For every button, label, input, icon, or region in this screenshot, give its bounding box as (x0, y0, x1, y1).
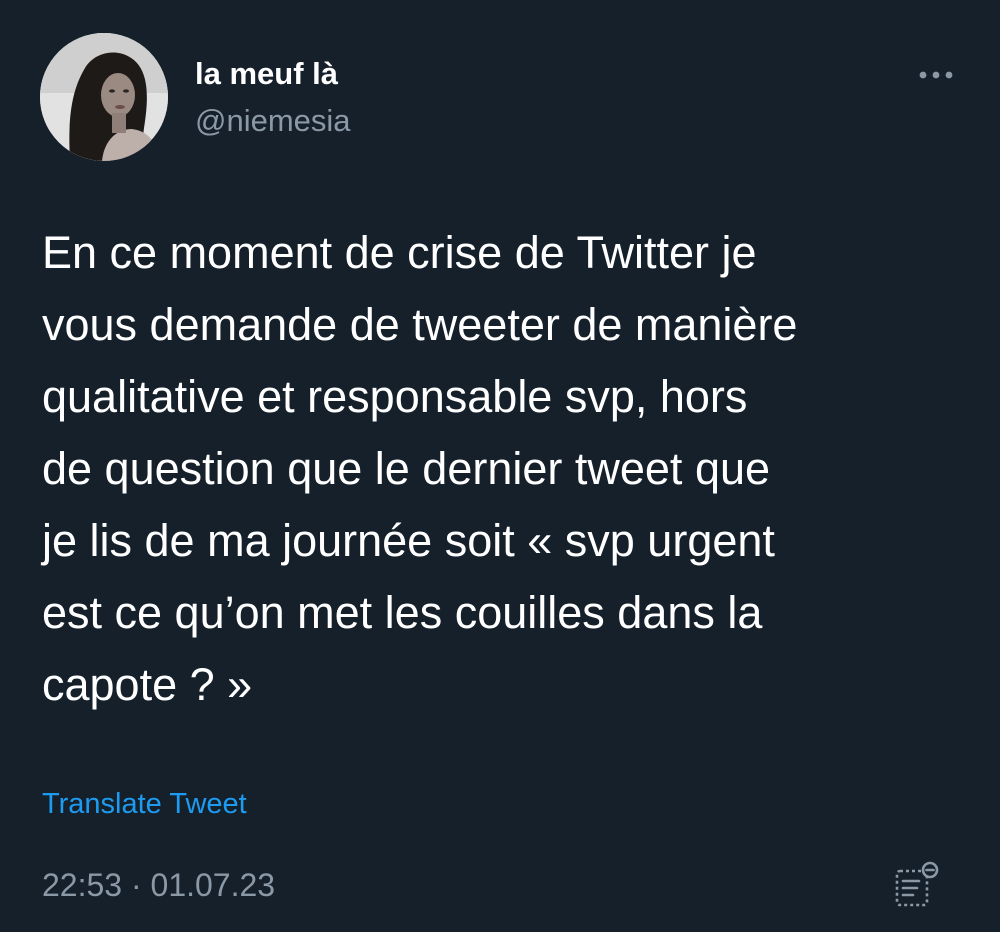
timestamp-separator: · (130, 867, 142, 903)
tweet-analytics-button[interactable] (893, 859, 943, 909)
tweet-text: En ce moment de crise de Twitter je vous… (42, 227, 798, 710)
translate-tweet-link[interactable]: Translate Tweet (42, 786, 247, 822)
more-options-button[interactable] (914, 60, 958, 90)
more-horizontal-icon (919, 71, 953, 79)
tweet-time: 22:53 (42, 867, 123, 903)
tweet-date: 01.07.23 (150, 867, 276, 903)
author-handle[interactable]: @niemesia (195, 103, 351, 139)
avatar-photo (40, 33, 168, 161)
author-display-name[interactable]: la meuf là (195, 56, 338, 92)
avatar[interactable] (40, 33, 168, 161)
tweet-detail: la meuf là @niemesia En ce moment de cri… (0, 0, 1000, 932)
tweet-timestamp[interactable]: 22:53 · 01.07.23 (42, 866, 275, 904)
tweet-analytics-icon (895, 861, 939, 907)
